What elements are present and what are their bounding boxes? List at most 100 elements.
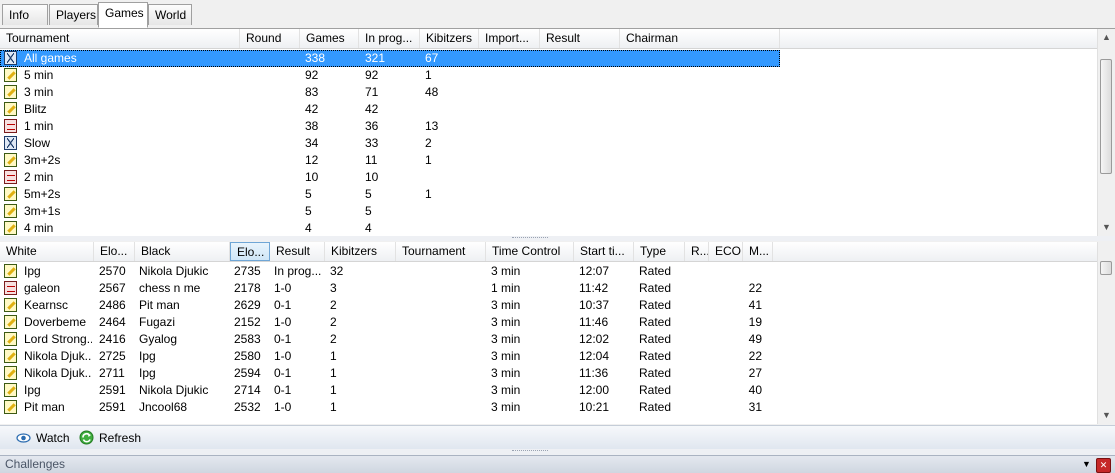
tournament-name: 3m+1s (24, 204, 61, 218)
tournament-games: 10 (305, 170, 319, 184)
tournaments-scrollbar[interactable]: ▲ ▼ (1097, 29, 1115, 236)
tab-world[interactable]: World (148, 4, 192, 25)
tournament-in-progress: 321 (365, 51, 386, 65)
scroll-thumb[interactable] (1100, 59, 1112, 174)
games-col-header[interactable]: Type (634, 242, 685, 261)
game-m: 41 (748, 298, 762, 312)
scroll-down-icon[interactable]: ▼ (1098, 407, 1115, 424)
game-r (690, 365, 708, 382)
tournament-round (246, 135, 296, 152)
game-r (690, 314, 708, 331)
scroll-up-icon[interactable] (1098, 242, 1115, 259)
tournament-row[interactable]: 5m+2s 5 5 1 (0, 186, 780, 203)
game-type: Rated (639, 400, 672, 414)
game-row[interactable]: Ipg 2570 Nikola Djukic 2735 In prog... 32 3 mi… (0, 263, 780, 280)
games-col-header[interactable]: Black (135, 242, 230, 261)
game-time-control: 1 min (491, 281, 521, 295)
pencil-icon (4, 85, 17, 99)
tab-players[interactable]: Players (49, 4, 98, 25)
scroll-up-icon[interactable]: ▲ (1098, 29, 1115, 46)
games-col-header[interactable]: Elo... (94, 242, 135, 261)
tournament-name: 1 min (24, 119, 54, 133)
tournament-row[interactable]: 2 min 10 10 (0, 169, 780, 186)
tournament-row[interactable]: 1 min 38 36 13 (0, 118, 780, 135)
splitter-top[interactable] (0, 236, 1115, 241)
pencil-icon (4, 366, 17, 380)
tournament-row[interactable]: Blitz 42 42 (0, 101, 780, 118)
tournament-games: 34 (305, 136, 319, 150)
tournaments-col-header[interactable]: Games (300, 29, 359, 48)
watch-button[interactable]: Watch (16, 429, 70, 447)
game-kibitzers: 2 (330, 332, 337, 346)
games-col-header[interactable]: R... (685, 242, 709, 261)
game-white: Kearnsc (24, 298, 69, 312)
games-col-header[interactable]: Elo... (230, 242, 270, 261)
tournaments-col-header[interactable]: Tournament (0, 29, 240, 48)
games-col-header[interactable]: M... (743, 242, 773, 261)
tournament-in-progress: 4 (365, 221, 372, 235)
tournament-kibitzers: 1 (425, 153, 432, 167)
tournaments-col-header[interactable]: Import... (479, 29, 540, 48)
tab-info[interactable]: Info (2, 4, 48, 25)
tournament-row[interactable]: 5 min 92 92 1 (0, 67, 780, 84)
pencil-icon (4, 383, 17, 397)
game-kibitzers: 1 (330, 383, 337, 397)
tournament-row[interactable]: 3m+2s 12 11 1 (0, 152, 780, 169)
game-result: In prog... (274, 264, 322, 278)
tournament-round (246, 50, 296, 67)
game-tournament (401, 348, 481, 365)
game-kibitzers: 2 (330, 315, 337, 329)
game-white: galeon (24, 281, 61, 295)
games-col-header[interactable]: Tournament (396, 242, 486, 261)
game-row[interactable]: galeon 2567 chess n me 2178 1-0 3 1 min 11:42 Ra… (0, 280, 780, 297)
tournament-row[interactable]: 4 min 4 4 (0, 220, 780, 237)
games-col-header[interactable]: Start ti... (574, 242, 634, 261)
game-m: 22 (748, 281, 762, 295)
tournament-kibitzers: 13 (425, 119, 439, 133)
tournaments-col-header[interactable]: In prog... (359, 29, 420, 48)
game-kibitzers: 3 (330, 281, 337, 295)
games-col-header[interactable]: White (0, 242, 94, 261)
game-tournament (401, 331, 481, 348)
scroll-thumb[interactable] (1100, 261, 1112, 275)
game-row[interactable]: Lord Strong... 2416 Gyalog 2583 0-1 2 3 min 12:… (0, 331, 780, 348)
tournaments-col-header[interactable]: Chairman (620, 29, 780, 48)
game-row[interactable]: Nikola Djuk... 2725 Ipg 2580 1-0 1 3 min 12:04 R… (0, 348, 780, 365)
tournaments-col-header[interactable]: Round (240, 29, 300, 48)
game-row[interactable]: Kearnsc 2486 Pit man 2629 0-1 2 3 min 10:37 Rate… (0, 297, 780, 314)
game-tournament (401, 314, 481, 331)
game-white-elo: 2591 (99, 383, 126, 397)
games-col-header[interactable]: Kibitzers (325, 242, 396, 261)
refresh-button[interactable]: Refresh (79, 429, 141, 447)
game-type: Rated (639, 332, 672, 346)
games-col-header[interactable]: Result (270, 242, 325, 261)
games-col-header[interactable]: ECO (709, 242, 743, 261)
game-m (744, 263, 762, 280)
game-black: Ipg (139, 349, 156, 363)
tournament-name: 5m+2s (24, 187, 61, 201)
game-black: Gyalog (139, 332, 178, 346)
game-m: 19 (748, 315, 762, 329)
game-type: Rated (639, 264, 672, 278)
game-row[interactable]: Doverbeme 2464 Fugazi 2152 1-0 2 3 min 11:46 Rat… (0, 314, 780, 331)
game-time-control: 3 min (491, 264, 521, 278)
games-scrollbar[interactable]: ▼ (1097, 242, 1115, 424)
tab-games[interactable]: Games (98, 2, 148, 28)
game-black-elo: 2580 (234, 349, 261, 363)
dropdown-icon[interactable]: ▼ (1080, 458, 1093, 471)
close-icon[interactable]: ✕ (1096, 458, 1111, 473)
game-white-elo: 2591 (99, 400, 126, 414)
scroll-down-icon[interactable]: ▼ (1098, 219, 1115, 236)
tournament-row[interactable]: Slow 34 33 2 (0, 135, 780, 152)
game-row[interactable]: Pit man 2591 Jncool68 2532 1-0 1 3 min 10:21 Rat… (0, 399, 780, 416)
game-black-elo: 2583 (234, 332, 261, 346)
tournaments-col-header[interactable]: Kibitzers (420, 29, 479, 48)
game-start: 11:36 (579, 366, 609, 380)
game-row[interactable]: Ipg 2591 Nikola Djukic 2714 0-1 1 3 min 12:00 Ra… (0, 382, 780, 399)
tournament-row[interactable]: 3m+1s 5 5 (0, 203, 780, 220)
tournament-row[interactable]: All games 338 321 67 (0, 50, 780, 67)
games-col-header[interactable]: Time Control (486, 242, 574, 261)
game-row[interactable]: Nikola Djuk... 2711 Ipg 2594 0-1 1 3 min 11:36 R… (0, 365, 780, 382)
tournament-row[interactable]: 3 min 83 71 48 (0, 84, 780, 101)
tournaments-col-header[interactable]: Result (540, 29, 620, 48)
